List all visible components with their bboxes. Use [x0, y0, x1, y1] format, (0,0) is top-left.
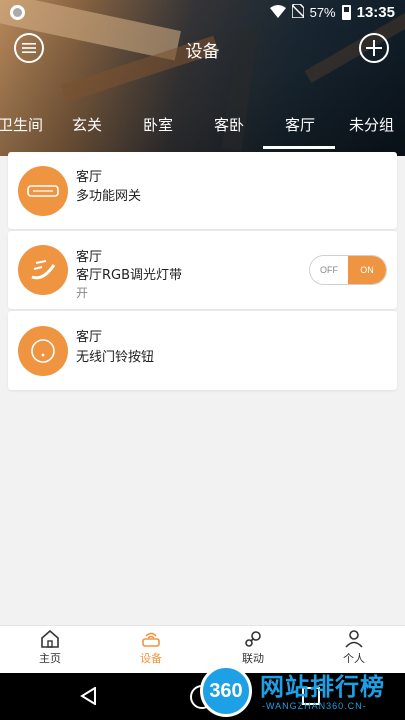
plus-icon: [366, 40, 382, 56]
device-room: 客厅: [76, 170, 103, 185]
device-room: 客厅: [76, 250, 103, 265]
add-device-button[interactable]: [359, 33, 389, 63]
tab-living-room[interactable]: 客厅: [285, 114, 315, 135]
wifi-icon: [269, 4, 286, 21]
gateway-icon: [18, 166, 68, 216]
watermark-text: 网站排行榜: [260, 673, 385, 701]
active-tab-indicator: [263, 146, 335, 149]
room-tabs: 卫生间 玄关 卧室 客卧 客厅 未分组: [0, 110, 405, 150]
tab-ungrouped[interactable]: 未分组: [349, 114, 394, 135]
clock: 13:35: [356, 4, 395, 21]
router-icon: [142, 632, 160, 647]
tab-guest-bedroom[interactable]: 客卧: [214, 114, 244, 135]
device-card-led-strip[interactable]: 客厅 客厅RGB调光灯带 开 OFF ON: [8, 231, 397, 309]
notification-icon: [10, 5, 25, 20]
device-name: 无线门铃按钮: [76, 350, 155, 365]
nav-devices[interactable]: 设备: [121, 630, 181, 666]
nav-home[interactable]: 主页: [20, 630, 80, 666]
battery-icon: [341, 5, 351, 20]
nav-devices-label: 设备: [140, 652, 162, 665]
person-icon: [345, 630, 363, 648]
back-icon[interactable]: [80, 687, 98, 705]
device-room: 客厅: [76, 330, 103, 345]
home-icon: [41, 630, 59, 648]
device-name: 客厅RGB调光灯带: [76, 268, 183, 283]
status-bar: 57% 13:35: [0, 0, 405, 26]
tab-bathroom[interactable]: 卫生间: [0, 114, 43, 135]
tab-bedroom[interactable]: 卧室: [143, 114, 173, 135]
link-icon: [245, 631, 261, 647]
toggle-on-label[interactable]: ON: [348, 256, 386, 284]
toggle-off-label[interactable]: OFF: [310, 256, 348, 284]
nav-home-label: 主页: [39, 652, 61, 665]
device-state: 开: [76, 286, 89, 300]
device-card-doorbell[interactable]: 客厅 无线门铃按钮: [8, 311, 397, 390]
watermark-logo: 360: [200, 665, 252, 717]
device-name: 多功能网关: [76, 189, 142, 204]
doorbell-button-icon: [18, 326, 68, 376]
header-banner: 57% 13:35 设备 卫生间 玄关 卧室 客卧 客厅 未分组: [0, 0, 405, 156]
battery-percent: 57%: [309, 5, 336, 20]
page-title: 设备: [185, 42, 220, 62]
led-strip-icon: [18, 245, 68, 295]
no-sim-icon: [290, 3, 305, 21]
power-toggle[interactable]: OFF ON: [309, 255, 387, 285]
tab-entrance[interactable]: 玄关: [72, 114, 102, 135]
watermark: 360 网站排行榜 -WANGZHAN360.CN-: [200, 657, 405, 717]
device-card-gateway[interactable]: 客厅 多功能网关: [8, 152, 397, 229]
watermark-sub: -WANGZHAN360.CN-: [262, 701, 367, 711]
